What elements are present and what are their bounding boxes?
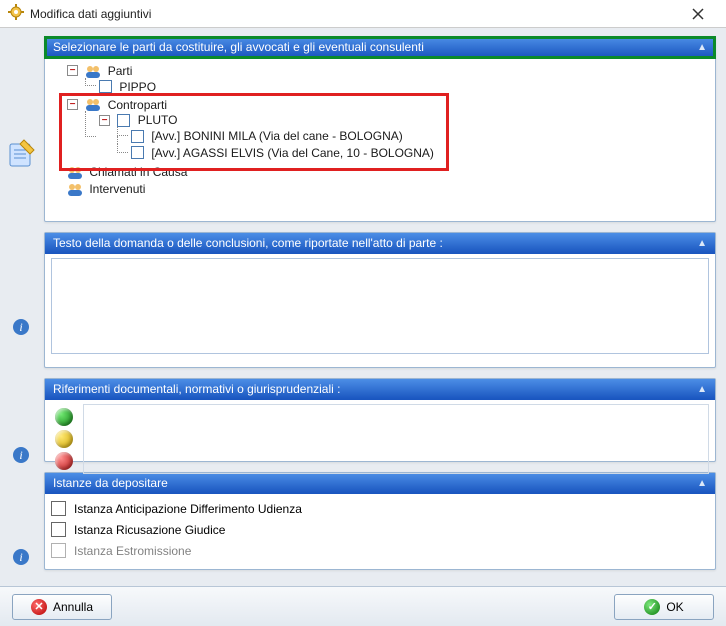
chevron-up-icon[interactable]: ▲ <box>697 42 707 53</box>
tree-node-parti[interactable]: Parti <box>108 64 133 78</box>
close-button[interactable] <box>678 2 718 26</box>
tree-leaf-avv1[interactable]: [Avv.] BONINI MILA (Via del cane - BOLOG… <box>151 129 402 143</box>
panel-parties: Selezionare le parti da costituire, gli … <box>44 36 716 222</box>
istanza-label-2: Istanza Estromissione <box>74 544 191 558</box>
panel-istanze-header: Istanze da depositare ▲ <box>45 473 715 494</box>
edit-reference-button[interactable] <box>55 430 73 448</box>
svg-text:i: i <box>19 550 22 564</box>
references-list[interactable] <box>83 404 709 474</box>
panel-testo: Testo della domanda o delle conclusioni,… <box>44 232 716 368</box>
panel-istanze: Istanze da depositare ▲ Istanza Anticipa… <box>44 472 716 570</box>
panel-riferimenti-header: Riferimenti documentali, normativi o giu… <box>45 379 715 400</box>
tree-leaf-pippo[interactable]: PIPPO <box>119 80 156 94</box>
people-icon <box>85 64 101 78</box>
panel-riferimenti: Riferimenti documentali, normativi o giu… <box>44 378 716 462</box>
svg-text:i: i <box>19 448 22 462</box>
checkbox-pluto[interactable] <box>117 114 130 127</box>
chevron-up-icon[interactable]: ▲ <box>697 478 707 489</box>
panel-testo-header: Testo della domanda o delle conclusioni,… <box>45 233 715 254</box>
testo-textarea[interactable] <box>51 258 709 354</box>
chevron-up-icon[interactable]: ▲ <box>697 238 707 249</box>
tree-node-intervenuti[interactable]: Intervenuti <box>89 182 145 196</box>
ok-button-label: OK <box>666 600 683 614</box>
cancel-button[interactable]: ✕ Annulla <box>12 594 112 620</box>
people-icon <box>85 97 101 111</box>
tree-leaf-avv2[interactable]: [Avv.] AGASSI ELVIS (Via del Cane, 10 - … <box>151 146 434 160</box>
info-icon: i <box>12 318 30 336</box>
edit-document-icon <box>6 138 38 170</box>
checkbox-avv2[interactable] <box>131 146 144 159</box>
parties-tree: − Parti PIPPO − Controparti <box>45 58 715 216</box>
panel-parties-header-label: Selezionare le parti da costituire, gli … <box>53 40 424 54</box>
svg-text:i: i <box>19 320 22 334</box>
remove-reference-button[interactable] <box>55 452 73 470</box>
list-item[interactable]: Istanza Ricusazione Giudice <box>51 519 709 540</box>
checkbox-pippo[interactable] <box>99 80 112 93</box>
list-item[interactable]: Istanza Anticipazione Differimento Udien… <box>51 498 709 519</box>
people-icon <box>67 182 83 196</box>
tree-expander[interactable]: − <box>99 115 110 126</box>
cancel-icon: ✕ <box>31 599 47 615</box>
istanza-label-1: Istanza Ricusazione Giudice <box>74 523 225 537</box>
tree-node-chiamati[interactable]: Chiamati in Causa <box>89 165 187 179</box>
bottom-bar: ✕ Annulla ✓ OK <box>0 586 726 626</box>
panel-istanze-header-label: Istanze da depositare <box>53 476 168 490</box>
info-icon: i <box>12 446 30 464</box>
content-area: Selezionare le parti da costituire, gli … <box>0 28 726 586</box>
tree-expander[interactable]: − <box>67 99 78 110</box>
panel-parties-header: Selezionare le parti da costituire, gli … <box>45 37 715 58</box>
info-icon: i <box>12 548 30 566</box>
istanze-checklist: Istanza Anticipazione Differimento Udien… <box>45 494 715 565</box>
ok-icon: ✓ <box>644 599 660 615</box>
checkbox-istanza-2[interactable] <box>51 543 66 558</box>
cancel-button-label: Annulla <box>53 600 93 614</box>
checkbox-avv1[interactable] <box>131 130 144 143</box>
tree-node-pluto[interactable]: PLUTO <box>138 113 178 127</box>
istanza-label-0: Istanza Anticipazione Differimento Udien… <box>74 502 302 516</box>
tree-node-controparti[interactable]: Controparti <box>108 97 167 111</box>
chevron-up-icon[interactable]: ▲ <box>697 384 707 395</box>
window-title: Modifica dati aggiuntivi <box>30 7 678 21</box>
tree-expander[interactable]: − <box>67 65 78 76</box>
panel-testo-header-label: Testo della domanda o delle conclusioni,… <box>53 236 443 250</box>
ok-button[interactable]: ✓ OK <box>614 594 714 620</box>
titlebar: Modifica dati aggiuntivi <box>0 0 726 28</box>
panel-riferimenti-header-label: Riferimenti documentali, normativi o giu… <box>53 382 340 396</box>
gear-icon <box>8 4 24 23</box>
checkbox-istanza-1[interactable] <box>51 522 66 537</box>
add-reference-button[interactable] <box>55 408 73 426</box>
people-icon <box>67 165 83 179</box>
checkbox-istanza-0[interactable] <box>51 501 66 516</box>
list-item[interactable]: Istanza Estromissione <box>51 540 709 561</box>
